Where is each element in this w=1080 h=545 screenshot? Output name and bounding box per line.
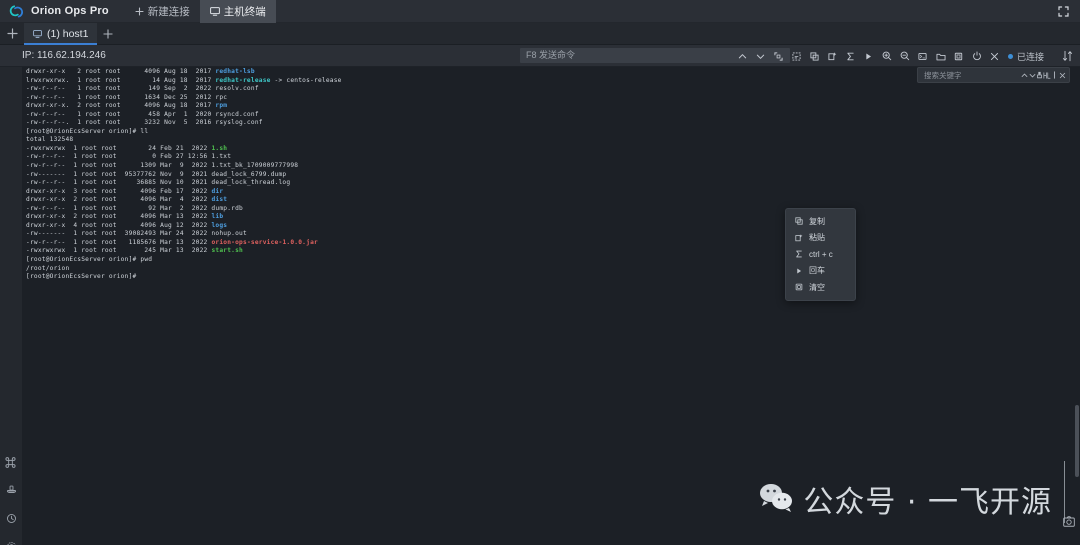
app-nav: 新建连接 主机终端	[125, 0, 276, 23]
chevron-up-icon[interactable]	[1021, 68, 1028, 82]
plus-icon	[135, 6, 144, 16]
play-icon[interactable]	[860, 45, 878, 67]
toolbar-actions: 已连接	[734, 45, 1076, 67]
context-menu-item-1[interactable]: 复制	[786, 213, 855, 230]
case-icon[interactable]	[1043, 68, 1051, 82]
trash-icon	[794, 283, 803, 291]
chevron-up-icon[interactable]	[734, 45, 752, 67]
zoom-out-icon[interactable]	[896, 45, 914, 67]
orion-logo-icon	[8, 4, 25, 19]
app-window: Orion Ops Pro 新建连接 主机终端 (1) host1 IP: 11…	[0, 0, 1080, 545]
paste-icon	[794, 234, 803, 242]
brand-name: Orion Ops Pro	[31, 5, 109, 17]
terminal-line: drwxr-xr-x 2 root root 4096 Mar 4 2022 d…	[26, 196, 228, 204]
close-icon[interactable]	[1059, 68, 1066, 82]
chevron-down-icon[interactable]	[752, 45, 770, 67]
left-rail	[0, 67, 22, 545]
terminal-line: -rwxrwxrwx 1 root root 245 Mar 13 2022 s…	[26, 247, 243, 255]
fullscreen-icon[interactable]	[1054, 3, 1072, 21]
context-menu-item-3[interactable]: ctrl + c	[786, 246, 855, 263]
terminal-line: drwxr-xr-x 4 root root 4096 Aug 12 2022 …	[26, 221, 228, 229]
terminal-line: -rw------- 1 root root 95377762 Nov 9 20…	[26, 170, 287, 178]
context-menu-item-2[interactable]: 粘贴	[786, 230, 855, 247]
nav-new-connection[interactable]: 新建连接	[125, 0, 200, 23]
key-icon[interactable]	[6, 485, 17, 496]
fullscreen-icon[interactable]	[770, 45, 788, 67]
play-icon	[794, 267, 803, 275]
connection-status-badge: 已连接	[1004, 50, 1050, 63]
window-controls	[1054, 0, 1072, 23]
history-icon[interactable]	[6, 513, 17, 524]
context-menu-item-label: 粘贴	[809, 233, 825, 243]
sigma-icon	[794, 250, 803, 258]
context-menu-item-5[interactable]: 清空	[786, 279, 855, 296]
status-dot-icon	[1007, 53, 1013, 59]
terminal-line: total 132548	[26, 136, 74, 144]
context-menu-item-label: 回车	[809, 266, 825, 276]
terminal-line: -rw-r--r-- 1 root root 36885 Nov 10 2021…	[26, 179, 291, 187]
monitor-icon	[33, 29, 42, 38]
copy-icon[interactable]	[806, 45, 824, 67]
terminal-toolbar: IP: 116.62.194.246 F8 发送命令 已连接	[0, 45, 1080, 67]
terminal-lines: drwxr-xr-x 2 root root 4096 Aug 18 2017 …	[24, 67, 1080, 282]
regex-icon[interactable]	[1051, 68, 1058, 82]
terminal-line: -rw-r--r--. 1 root root 3232 Nov 5 2016 …	[26, 119, 263, 127]
host-ip-label: IP: 116.62.194.246	[22, 50, 106, 61]
copy-icon	[794, 217, 803, 225]
terminal-icon[interactable]	[914, 45, 932, 67]
terminal-line: drwxr-xr-x. 2 root root 4096 Aug 18 2017…	[26, 102, 228, 110]
terminal-line: -rwxrwxrwx 1 root root 24 Feb 21 2022 1.…	[26, 144, 228, 152]
power-icon[interactable]	[968, 45, 986, 67]
paste-icon[interactable]	[824, 45, 842, 67]
terminal-line: -rw-r--r-- 1 root root 1309 Mar 9 2022 1…	[26, 162, 299, 170]
nav-host-terminal-label: 主机终端	[223, 5, 266, 18]
context-menu-item-label: ctrl + c	[809, 249, 833, 259]
context-menu-item-4[interactable]: 回车	[786, 263, 855, 280]
terminal-line: drwxr-xr-x 3 root root 4096 Feb 17 2022 …	[26, 187, 224, 195]
context-menu-item-label: 复制	[809, 216, 825, 226]
terminal-line: -rw-r--r-- 1 root root 1634 Dec 25 2012 …	[26, 93, 228, 101]
terminal-tab-label: (1) host1	[47, 27, 89, 40]
folder-icon[interactable]	[932, 45, 950, 67]
terminal-line: -rw-r--r-- 1 root root 1185676 Mar 13 20…	[26, 238, 318, 246]
sort-icon[interactable]	[1058, 45, 1076, 67]
terminal-line: drwxr-xr-x 2 root root 4096 Mar 13 2022 …	[26, 213, 224, 221]
nav-new-connection-label: 新建连接	[147, 5, 190, 18]
connection-status-text: 已连接	[1016, 51, 1044, 62]
application-title-bar: Orion Ops Pro 新建连接 主机终端	[0, 0, 1080, 23]
terminal-line: [root@OrionEcsServer orion]#	[26, 273, 137, 281]
terminal-line: -rw-r--r-- 1 root root 149 Sep 2 2022 re…	[26, 85, 259, 93]
terminal-line: /root/orion	[26, 264, 70, 272]
search-input[interactable]	[921, 70, 1021, 80]
select-all-icon[interactable]	[788, 45, 806, 67]
terminal-line: [root@OrionEcsServer orion]# ll	[26, 127, 149, 135]
highlight-icon[interactable]	[1036, 68, 1043, 82]
context-menu-item-label: 清空	[809, 282, 825, 292]
terminal-output[interactable]: drwxr-xr-x 2 root root 4096 Aug 18 2017 …	[22, 67, 1080, 545]
nav-host-terminal[interactable]: 主机终端	[199, 0, 276, 23]
add-tab-right-button[interactable]	[97, 28, 119, 39]
close-icon[interactable]	[986, 45, 1004, 67]
chevron-down-icon[interactable]	[1028, 68, 1035, 82]
add-tab-left-button[interactable]	[0, 28, 24, 39]
terminal-line: -rw-r--r-- 1 root root 458 Apr 1 2020 rs…	[26, 110, 259, 118]
command-palette-icon[interactable]	[5, 455, 16, 473]
settings-icon[interactable]	[6, 541, 17, 545]
terminal-scrollbar[interactable]	[1075, 405, 1079, 477]
terminal-line: -rw------- 1 root root 39082493 Mar 24 2…	[26, 230, 247, 238]
terminal-line: [root@OrionEcsServer orion]# pwd	[26, 256, 153, 264]
tab-strip: (1) host1	[0, 22, 1080, 45]
camera-icon[interactable]	[1063, 514, 1075, 532]
terminal-search-bar	[917, 67, 1070, 83]
terminal-line: -rw-r--r-- 1 root root 0 Feb 27 12:56 1.…	[26, 153, 232, 161]
terminal-line: -rw-r--r-- 1 root root 92 Mar 2 2022 dum…	[26, 204, 243, 212]
sigma-icon[interactable]	[842, 45, 860, 67]
brand: Orion Ops Pro	[0, 4, 109, 19]
terminal-context-menu: 复制粘贴 ctrl + c 回车清空	[785, 208, 856, 301]
zoom-in-icon[interactable]	[878, 45, 896, 67]
terminal-tab-host1[interactable]: (1) host1	[24, 22, 98, 45]
trash-icon[interactable]	[950, 45, 968, 67]
monitor-icon	[209, 6, 220, 16]
